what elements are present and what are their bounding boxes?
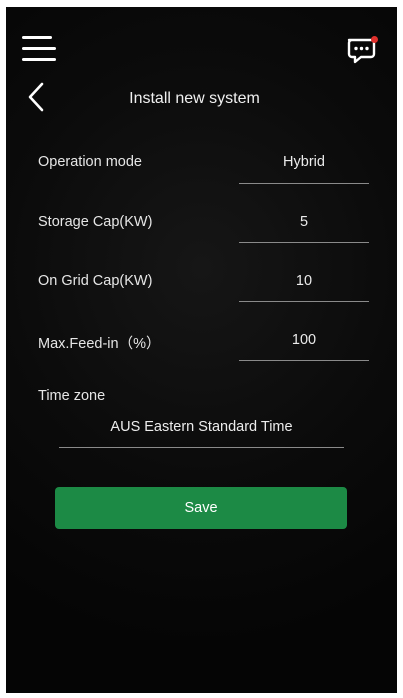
notification-dot [371, 36, 378, 43]
storage-cap-label: Storage Cap(KW) [38, 214, 153, 230]
max-feed-in-label: Max.Feed-in（%） [38, 336, 161, 352]
operation-mode-underline [239, 183, 369, 184]
page-title-text: Install new system [129, 90, 260, 107]
on-grid-cap-input[interactable]: 10 [239, 273, 369, 289]
on-grid-cap-label: On Grid Cap(KW) [38, 273, 153, 289]
messages-button[interactable] [345, 35, 379, 65]
hamburger-menu-icon [22, 36, 52, 39]
max-feed-in-underline [239, 360, 369, 361]
time-zone-label: Time zone [38, 388, 106, 404]
storage-cap-underline [239, 242, 369, 243]
operation-mode-label: Operation mode [38, 154, 142, 170]
hamburger-menu-line [22, 47, 56, 50]
on-grid-cap-underline [239, 301, 369, 302]
hamburger-menu-line [22, 58, 56, 61]
time-zone-underline [59, 447, 344, 448]
storage-cap-input[interactable]: 5 [239, 214, 369, 230]
max-feed-in-input[interactable]: 100 [239, 332, 369, 348]
app-screen: Install new system Operation mode Hybrid… [6, 7, 397, 693]
menu-button[interactable] [22, 33, 56, 65]
operation-mode-select[interactable]: Hybrid [239, 154, 369, 170]
page-title: Install new system [6, 90, 397, 108]
time-zone-select[interactable]: AUS Eastern Standard Time [59, 419, 344, 435]
save-button[interactable]: Save [55, 487, 347, 529]
